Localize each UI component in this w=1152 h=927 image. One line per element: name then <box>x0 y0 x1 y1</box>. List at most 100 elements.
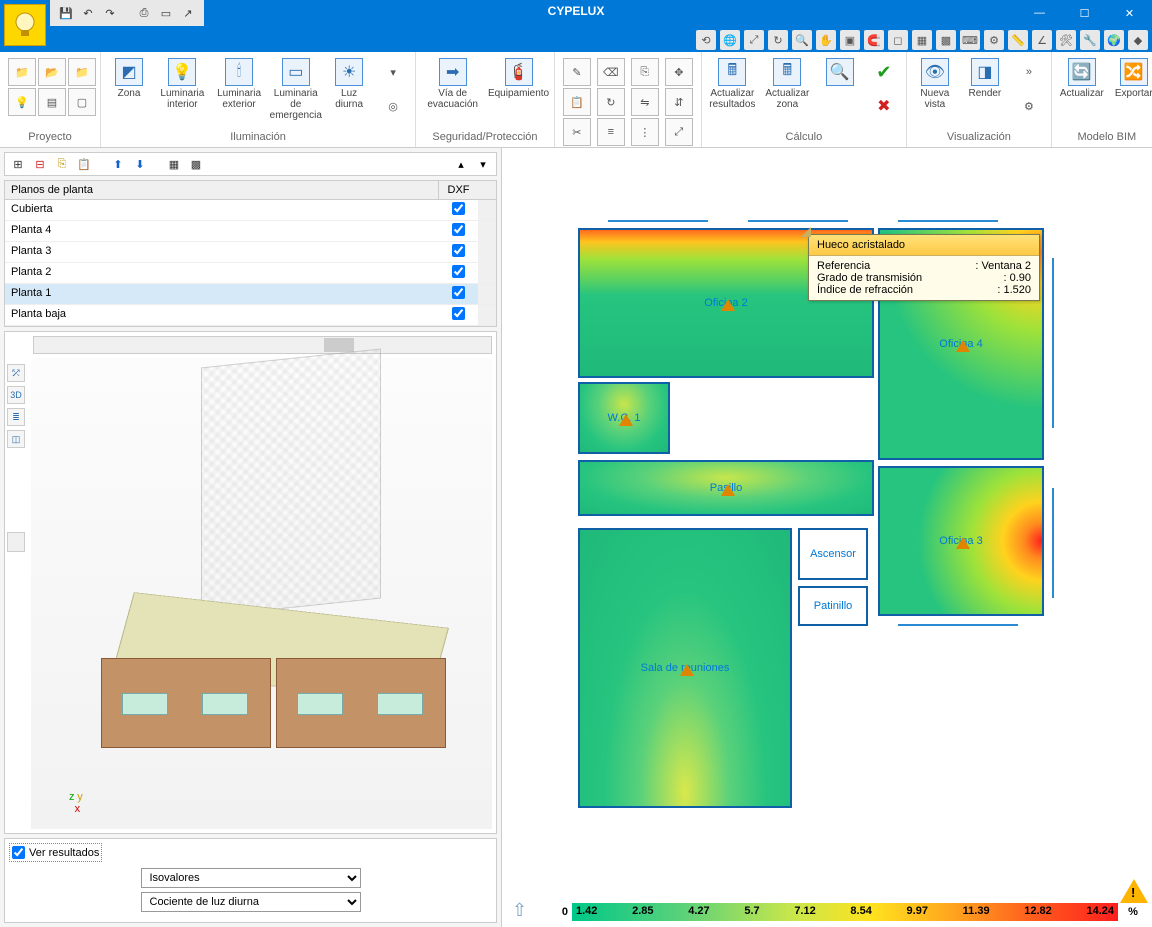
undo-icon[interactable]: ↶ <box>80 5 96 21</box>
floor-dxf-check[interactable] <box>438 305 478 325</box>
bulb-folder-icon[interactable]: 💡 <box>8 88 36 116</box>
magnet-icon[interactable]: 🧲 <box>864 30 884 50</box>
nueva-vista-button[interactable]: 👁Nueva vista <box>911 54 959 114</box>
3d-icon[interactable]: 3D <box>7 386 25 404</box>
luminaria-interior-button[interactable]: 💡Luminaria interior <box>155 54 210 114</box>
zona-button[interactable]: ◩Zona <box>105 54 153 103</box>
collapse-up-icon[interactable]: ▴ <box>452 155 470 173</box>
export-icon[interactable]: ↗ <box>180 5 196 21</box>
zoom-out-icon[interactable]: 🔍 <box>792 30 812 50</box>
collapse-down-icon[interactable]: ▾ <box>474 155 492 173</box>
grid-color-icon[interactable]: ▩ <box>187 155 205 173</box>
mirror-h-icon[interactable]: ⇋ <box>631 88 659 116</box>
maximize-button[interactable]: ☐ <box>1062 0 1107 26</box>
luminaria-exterior-button[interactable]: 🕯Luminaria exterior <box>212 54 267 114</box>
room-sala-reuniones[interactable]: Sala de reuniones <box>578 528 792 808</box>
show-results-checkbox[interactable]: Ver resultados <box>9 843 102 862</box>
viewer-scrollbar-h[interactable] <box>33 336 492 354</box>
help-globe-icon[interactable]: 🌍 <box>1104 30 1124 50</box>
square-icon[interactable]: ◻ <box>888 30 908 50</box>
actualizar-resultados-button[interactable]: 🖩Actualizar resultados <box>706 54 759 114</box>
distribute-icon[interactable]: ⋮ <box>631 118 659 146</box>
save-icon[interactable]: 💾 <box>58 5 74 21</box>
grid-icon[interactable]: ▦ <box>165 155 183 173</box>
viewer-scrollbar-v[interactable] <box>7 532 25 552</box>
prism-icon[interactable]: ◫ <box>7 430 25 448</box>
folder-new-icon[interactable]: 📁 <box>8 58 36 86</box>
luminaria-emergencia-button[interactable]: ▭Luminaria de emergencia <box>268 54 323 125</box>
refresh-icon[interactable]: ↻ <box>768 30 788 50</box>
layers-icon[interactable]: ≣ <box>7 408 25 426</box>
floor-row[interactable]: Cubierta <box>5 200 496 221</box>
delete-red-icon[interactable]: ⊟ <box>31 155 49 173</box>
floor-dxf-check[interactable] <box>438 221 478 241</box>
select-isovalores[interactable]: Isovalores <box>141 868 361 888</box>
gear-icon[interactable]: ⚙ <box>1015 92 1043 120</box>
arrow-down-icon[interactable]: ▾ <box>379 58 407 86</box>
close-button[interactable]: ✕ <box>1107 0 1152 26</box>
floor-row[interactable]: Planta 1 <box>5 284 496 305</box>
diamond-icon[interactable]: ◆ <box>1128 30 1148 50</box>
floor-row[interactable]: Planta 2 <box>5 263 496 284</box>
plan-canvas[interactable]: Oficina 2Oficina 4W.C. 1PasilloOficina 3… <box>502 148 1152 927</box>
target-icon[interactable]: ◎ <box>379 92 407 120</box>
scale-icon[interactable]: ⤢ <box>665 118 693 146</box>
viewer-3d[interactable]: ⤱3D≣◫ z y x <box>4 331 497 834</box>
wrench-icon[interactable]: 🔧 <box>1080 30 1100 50</box>
folder-open-icon[interactable]: 📂 <box>38 58 66 86</box>
print-icon[interactable]: ⎙ <box>136 5 152 21</box>
room-pasillo[interactable]: Pasillo <box>578 460 874 516</box>
show-results-input[interactable] <box>12 846 25 859</box>
box-icon[interactable]: ▭ <box>158 5 174 21</box>
align-icon[interactable]: ≡ <box>597 118 625 146</box>
equipamiento-button[interactable]: 🧯Equipamiento <box>487 54 550 103</box>
actualizar-zona-button[interactable]: 🖩Actualizar zona <box>761 54 814 114</box>
arrow-up-blue-icon[interactable]: ⬆ <box>109 155 127 173</box>
blank-icon[interactable]: ▢ <box>68 88 96 116</box>
exportar-bim-button[interactable]: 🔀Exportar <box>1110 54 1152 103</box>
rotate-icon[interactable]: ↻ <box>597 88 625 116</box>
luz-diurna-button[interactable]: ☀Luz diurna <box>325 54 373 114</box>
mirror-v-icon[interactable]: ⇵ <box>665 88 693 116</box>
tools-icon[interactable]: 🛠 <box>1056 30 1076 50</box>
room-wc-1[interactable]: W.C. 1 <box>578 382 670 454</box>
actualizar-bim-button[interactable]: 🔄Actualizar <box>1056 54 1108 103</box>
redo-icon[interactable]: ↷ <box>102 5 118 21</box>
grid2-icon[interactable]: ▩ <box>936 30 956 50</box>
zoom-extents-icon[interactable]: ⤢ <box>744 30 764 50</box>
floor-dxf-check[interactable] <box>438 200 478 220</box>
window-icon[interactable]: ▣ <box>840 30 860 50</box>
magnifier-button[interactable]: 🔍 <box>816 54 864 90</box>
globe-icon[interactable]: 🌐 <box>720 30 740 50</box>
move-icon[interactable]: ✥ <box>665 58 693 86</box>
warning-icon[interactable] <box>1120 879 1148 903</box>
eraser-icon[interactable]: ⌫ <box>597 58 625 86</box>
floor-row[interactable]: Planta baja <box>5 305 496 326</box>
ruler-icon[interactable]: 📏 <box>1008 30 1028 50</box>
via-evacuacion-button[interactable]: ➡Vía de evacuación <box>420 54 485 114</box>
room-patinillo[interactable]: Patinillo <box>798 586 868 626</box>
select-cociente[interactable]: Cociente de luz diurna <box>141 892 361 912</box>
list-icon[interactable]: ▤ <box>38 88 66 116</box>
edit-icon[interactable]: ✎ <box>563 58 591 86</box>
angle-icon[interactable]: ∠ <box>1032 30 1052 50</box>
folder-back-icon[interactable]: 📁 <box>68 58 96 86</box>
settings-icon[interactable]: ⚙ <box>984 30 1004 50</box>
room-oficina-3[interactable]: Oficina 3 <box>878 466 1044 616</box>
floor-dxf-check[interactable] <box>438 242 478 262</box>
grid-icon[interactable]: ▦ <box>912 30 932 50</box>
copy-icon[interactable]: ⎘ <box>631 58 659 86</box>
paste-icon[interactable]: 📋 <box>563 88 591 116</box>
keyboard-icon[interactable]: ⌨ <box>960 30 980 50</box>
minimize-button[interactable]: — <box>1017 0 1062 26</box>
render-button[interactable]: ◨Render <box>961 54 1009 103</box>
pan-icon[interactable]: ✋ <box>816 30 836 50</box>
rotate-left-icon[interactable]: ⟲ <box>696 30 716 50</box>
paste-yellow-icon[interactable]: 📋 <box>75 155 93 173</box>
floor-row[interactable]: Planta 3 <box>5 242 496 263</box>
check-green-icon[interactable]: ✔ <box>870 58 898 86</box>
viewer-canvas[interactable]: z y x <box>31 358 492 829</box>
floor-row[interactable]: Planta 4 <box>5 221 496 242</box>
copy-yellow-icon[interactable]: ⎘ <box>53 155 71 173</box>
cut-icon[interactable]: ✂ <box>563 118 591 146</box>
